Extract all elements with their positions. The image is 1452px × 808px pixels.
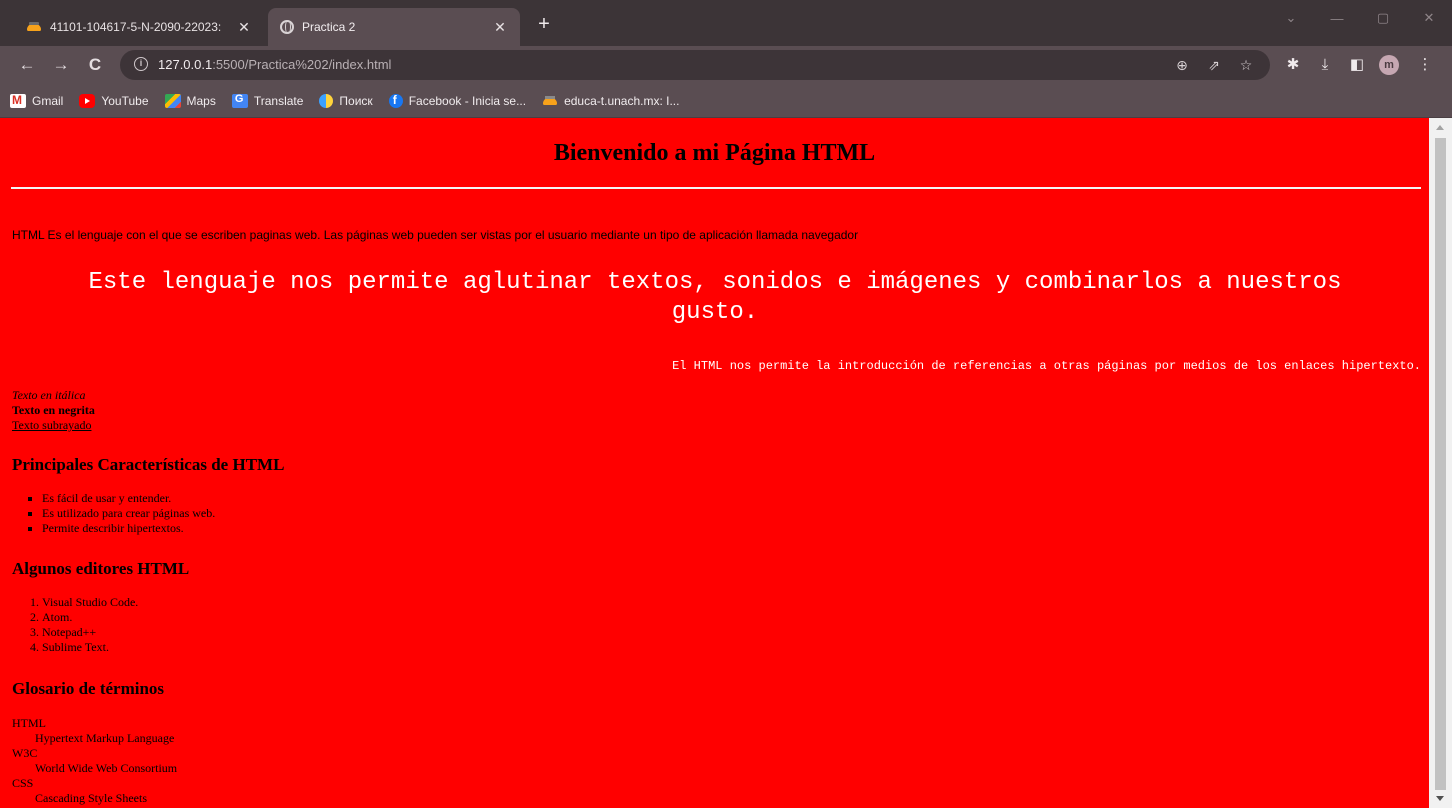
scroll-up-icon[interactable]	[1436, 125, 1444, 130]
gmail-icon	[10, 93, 26, 108]
bookmark-translate[interactable]: Translate	[231, 93, 303, 108]
underline-text: Texto subrayado	[12, 418, 92, 432]
page-title: Bienvenido a mi Página HTML	[553, 140, 876, 166]
globe-icon	[280, 20, 294, 34]
maps-icon	[164, 93, 181, 108]
bookmark-educa[interactable]: educa-t.unach.mx: I...	[542, 94, 679, 108]
list-item: Notepad++	[42, 625, 138, 640]
address-url[interactable]: 127.0.0.1:5500/Practica%202/index.html	[158, 57, 391, 72]
forward-arrow-icon[interactable]: →	[48, 52, 74, 78]
bookmark-gmail[interactable]: Gmail	[10, 93, 63, 108]
reload-icon[interactable]: C	[82, 52, 108, 78]
vertical-scrollbar[interactable]	[1429, 118, 1452, 808]
page-content: Bienvenido a mi Página HTML HTML Es el l…	[0, 118, 1429, 808]
minimize-icon[interactable]: —	[1314, 0, 1360, 36]
new-tab-button[interactable]: +	[532, 12, 556, 36]
list-item: Atom.	[42, 610, 138, 625]
glossary-list: HTML Hypertext Markup Language W3C World…	[12, 716, 177, 806]
avatar[interactable]: m	[1379, 55, 1399, 75]
tab-practica-2[interactable]: Practica 2 ✕	[268, 8, 520, 46]
tab-assignment[interactable]: 41101-104617-5-N-2090-22023: ✕	[14, 8, 264, 46]
features-heading: Principales Características de HTML	[12, 455, 285, 474]
moodle-icon	[542, 94, 558, 108]
horizontal-rule	[11, 187, 1421, 189]
tab-strip: 41101-104617-5-N-2090-22023: ✕ Practica …	[0, 0, 1452, 46]
tab-search-icon[interactable]: ⌄	[1268, 0, 1314, 36]
glossary-definition: World Wide Web Consortium	[35, 761, 178, 775]
intro-paragraph: HTML Es el lenguaje con el que se escrib…	[12, 228, 859, 242]
list-item: Permite describir hipertextos.	[42, 521, 215, 536]
download-icon[interactable]: ⤓	[1314, 54, 1336, 76]
browser-toolbar: ← → C i 127.0.0.1:5500/Practica%202/inde…	[0, 46, 1452, 84]
address-bar[interactable]: i 127.0.0.1:5500/Practica%202/index.html…	[120, 50, 1270, 80]
extensions-icon[interactable]: ✱	[1282, 54, 1304, 76]
facebook-icon	[388, 93, 403, 108]
list-item: Visual Studio Code.	[42, 595, 138, 610]
list-item: Sublime Text.	[42, 640, 138, 655]
restore-icon[interactable]: ▢	[1360, 0, 1406, 36]
menu-icon[interactable]: ⋮	[1414, 54, 1436, 76]
translate-icon	[231, 93, 248, 108]
glossary-definition: Hypertext Markup Language	[35, 731, 175, 745]
tab-title: Practica 2	[302, 20, 356, 34]
zoom-icon[interactable]: ⊕	[1172, 55, 1192, 75]
window-controls: ⌄ — ▢ ✕	[1268, 0, 1452, 40]
bookmark-maps[interactable]: Maps	[164, 93, 216, 108]
scrollbar-thumb[interactable]	[1435, 138, 1446, 790]
mono-small-paragraph: El HTML nos permite la introducción de r…	[672, 359, 1421, 373]
bookmark-facebook[interactable]: Facebook - Inicia se...	[388, 93, 526, 108]
glossary-term: CSS	[12, 776, 34, 790]
glossary-heading: Glosario de términos	[12, 679, 165, 698]
moodle-icon	[26, 19, 42, 35]
side-panel-icon[interactable]: ◧	[1346, 54, 1368, 76]
list-item: Es fácil de usar y entender.	[42, 491, 215, 506]
share-icon[interactable]: ⇗	[1204, 55, 1224, 75]
italic-text: Texto en itálica	[12, 388, 86, 402]
mono-large-paragraph: Este lenguaje nos permite aglutinar text…	[88, 269, 1342, 326]
scroll-down-icon[interactable]	[1436, 796, 1444, 801]
bookmark-youtube[interactable]: YouTube	[79, 93, 149, 108]
glossary-definition: Cascading Style Sheets	[35, 791, 147, 805]
close-window-icon[interactable]: ✕	[1406, 0, 1452, 36]
close-icon[interactable]: ✕	[492, 19, 508, 36]
editors-list: Visual Studio Code. Atom. Notepad++ Subl…	[12, 595, 138, 655]
search-engine-icon	[319, 93, 334, 108]
page-viewport: Bienvenido a mi Página HTML HTML Es el l…	[0, 118, 1452, 808]
features-list: Es fácil de usar y entender. Es utilizad…	[12, 491, 215, 536]
info-icon[interactable]: i	[134, 57, 148, 71]
bold-text: Texto en negrita	[12, 403, 95, 417]
bookmarks-bar: Gmail YouTube Maps Translate Поиск Faceb…	[0, 84, 1452, 118]
back-arrow-icon[interactable]: ←	[14, 52, 40, 78]
close-icon[interactable]: ✕	[236, 19, 252, 36]
glossary-term: HTML	[12, 716, 46, 730]
youtube-icon	[79, 93, 96, 108]
glossary-term: W3C	[12, 746, 38, 760]
bookmark-poisk[interactable]: Поиск	[319, 93, 373, 108]
tab-title: 41101-104617-5-N-2090-22023:	[50, 20, 222, 34]
editors-heading: Algunos editores HTML	[12, 559, 190, 578]
star-icon[interactable]: ☆	[1236, 55, 1256, 75]
list-item: Es utilizado para crear páginas web.	[42, 506, 215, 521]
